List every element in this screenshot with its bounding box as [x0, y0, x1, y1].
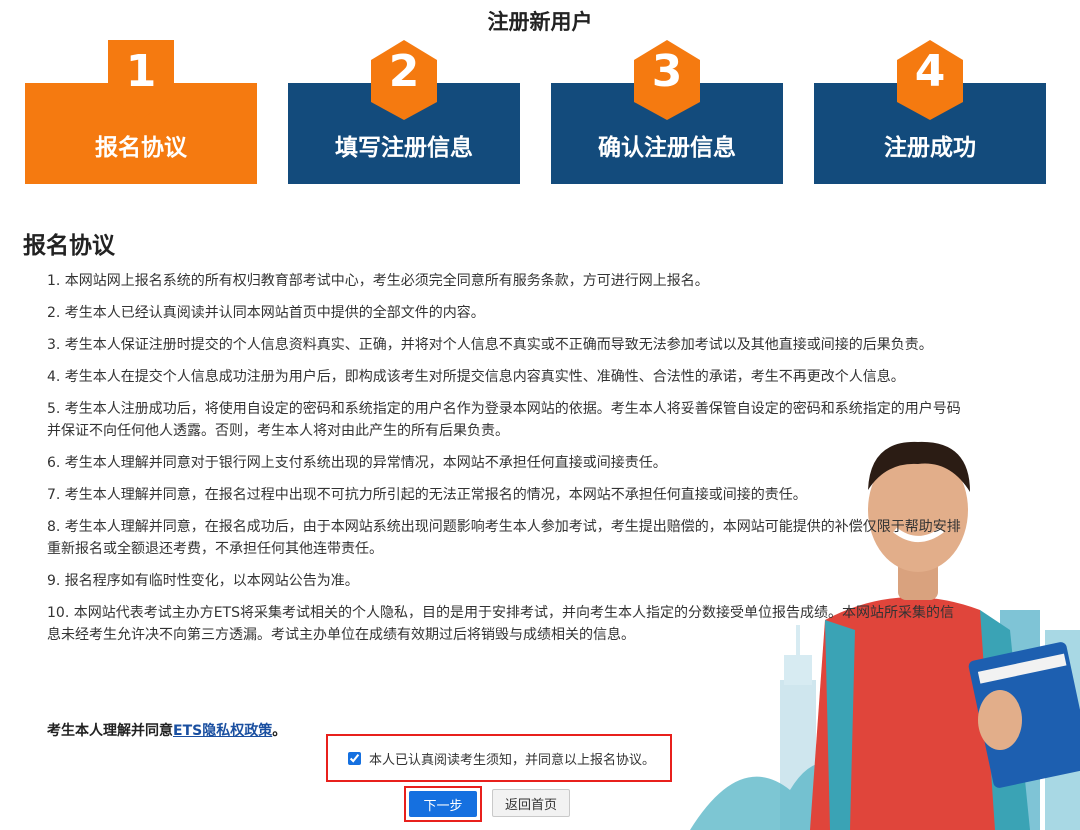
agreement-item: 8. 考生本人理解并同意，在报名成功后，由于本网站系统出现问题影响考生本人参加考… [47, 519, 961, 557]
agree-checkbox[interactable] [348, 751, 361, 765]
step-4-number: 4 [914, 46, 946, 97]
agreement-item: 4. 考生本人在提交个人信息成功注册为用户后，即构成该考生对所提交信息内容真实性… [47, 369, 905, 385]
next-button-highlight: 下一步 [404, 786, 482, 822]
agreement-text: 1. 本网站网上报名系统的所有权归教育部考试中心，考生必须完全同意所有服务条款，… [47, 270, 967, 656]
agreement-item: 10. 本网站代表考试主办方ETS将采集考试相关的个人隐私，目的是用于安排考试，… [47, 605, 954, 643]
agreement-item: 9. 报名程序如有临时性变化，以本网站公告为准。 [47, 573, 359, 589]
step-3-label: 确认注册信息 [598, 135, 736, 161]
return-home-button[interactable]: 返回首页 [492, 789, 570, 817]
skyline-tower-1-top [784, 655, 812, 685]
step-1-number: 1 [125, 46, 157, 97]
step-2-label: 填写注册信息 [335, 135, 473, 161]
step-1: 1 报名协议 [25, 40, 257, 185]
agreement-item: 6. 考生本人理解并同意对于银行网上支付系统出现的异常情况，本网站不承担任何直接… [47, 455, 667, 471]
step-4: 4 注册成功 [814, 40, 1046, 185]
agreement-item: 1. 本网站网上报名系统的所有权归教育部考试中心，考生必须完全同意所有服务条款，… [47, 273, 709, 289]
agreement-item: 2. 考生本人已经认真阅读并认同本网站首页中提供的全部文件的内容。 [47, 305, 485, 321]
step-3: 3 确认注册信息 [551, 40, 783, 185]
step-3-number: 3 [651, 46, 683, 97]
section-title: 报名协议 [23, 233, 115, 259]
agree-checkbox-area[interactable]: 本人已认真阅读考生须知，并同意以上报名协议。 [326, 734, 672, 782]
student-hand [978, 690, 1022, 750]
next-button[interactable]: 下一步 [409, 791, 477, 817]
agreement-item: 7. 考生本人理解并同意，在报名过程中出现不可抗力所引起的无法正常报名的情况，本… [47, 487, 807, 503]
agree-checkbox-label: 本人已认真阅读考生须知，并同意以上报名协议。 [369, 752, 656, 768]
step-4-label: 注册成功 [884, 135, 976, 161]
step-1-label: 报名协议 [95, 135, 187, 161]
agreement-item: 5. 考生本人注册成功后，将使用自设定的密码和系统指定的用户名作为登录本网站的依… [47, 401, 961, 439]
step-indicator: 1 报名协议 2 填写注册信息 3 确认注册信息 4 注册成功 [25, 40, 1047, 185]
agreement-item: 3. 考生本人保证注册时提交的个人信息资料真实、正确，并将对个人信息不真实或不正… [47, 337, 933, 353]
page-title: 注册新用户 [487, 10, 593, 34]
step-2-number: 2 [388, 46, 420, 97]
consent-prefix: 考生本人理解并同意 [47, 723, 173, 739]
consent-suffix: 。 [272, 723, 287, 739]
ets-privacy-policy-link[interactable]: ETS隐私权政策 [173, 723, 272, 739]
step-2: 2 填写注册信息 [288, 40, 520, 185]
consent-statement: 考生本人理解并同意ETS隐私权政策。 [47, 720, 286, 740]
